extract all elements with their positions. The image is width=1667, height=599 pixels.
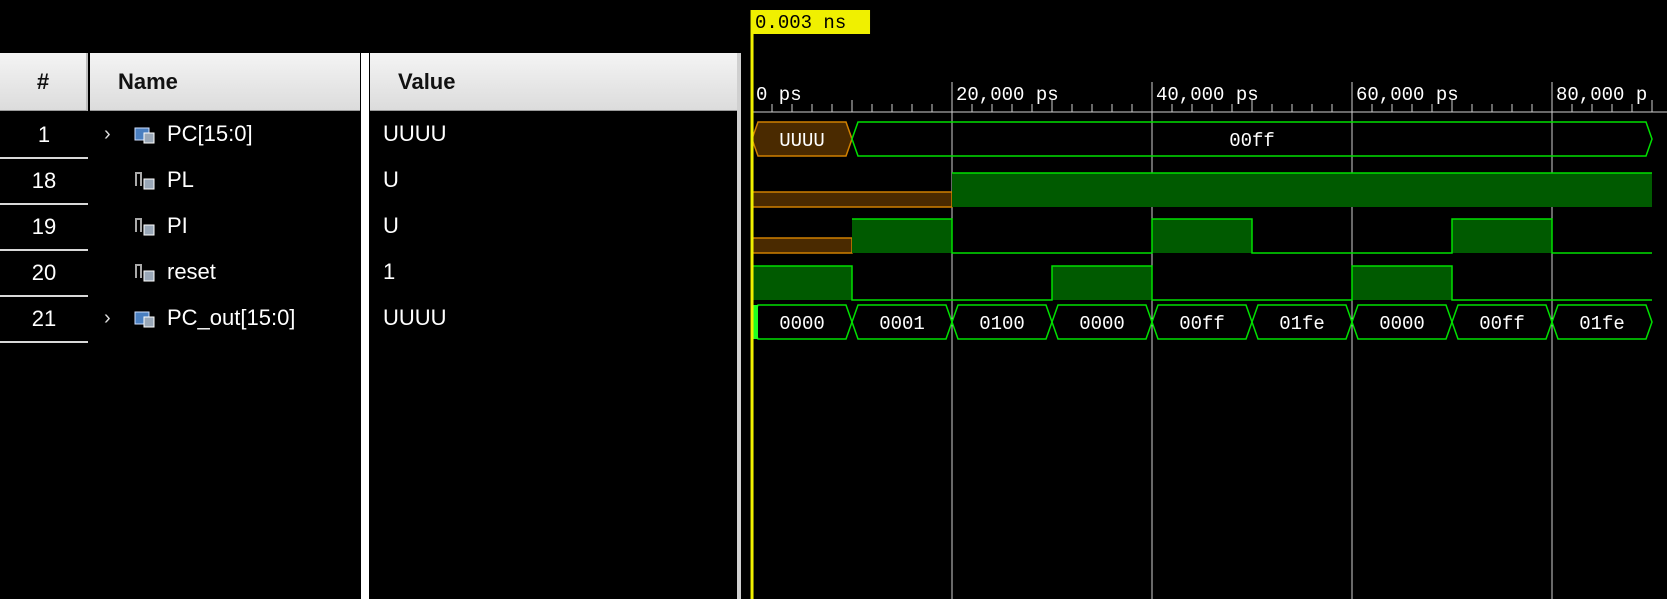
signal-name: PC[15:0] [167, 121, 253, 146]
reset-wave-high-fill [752, 266, 852, 300]
pc-out-wave-value-label: 00ff [1479, 313, 1525, 335]
reset-wave-high-fill [1052, 266, 1152, 300]
signal-name: PC_out[15:0] [167, 305, 296, 330]
bus-icon [134, 311, 155, 328]
column-header-number[interactable]: # [0, 53, 88, 111]
pc-out-wave-value-label: 0000 [1079, 313, 1125, 335]
signal-row-pl[interactable]: 18 PL U [0, 159, 738, 205]
signal-icon [135, 218, 155, 236]
signal-value: UUUU [383, 305, 447, 330]
signal-value: UUUU [383, 121, 447, 146]
signal-name: PL [167, 167, 194, 192]
reset-wave-trace [752, 265, 1652, 301]
signal-number: 18 [0, 159, 88, 205]
timeline-tick-label: 20,000 ps [956, 84, 1059, 106]
expand-chevron-icon[interactable]: › [104, 113, 111, 155]
expand-chevron-icon[interactable]: › [104, 297, 111, 339]
column-header-name[interactable]: Name [90, 53, 360, 111]
signal-row-reset[interactable]: 20 reset 1 [0, 251, 738, 297]
signal-number: 21 [0, 297, 88, 343]
pi-wave-high-fill [1152, 219, 1252, 253]
timeline-tick-label: 80,000 p [1556, 84, 1647, 106]
pc-wave-value-label: UUUU [779, 130, 825, 152]
pl-wave-undefined-fill [751, 191, 953, 208]
pc-out-wave-value-label: 0000 [779, 313, 825, 335]
signal-row-pi[interactable]: 19 PI U [0, 205, 738, 251]
pc-out-wave-value-label: 0001 [879, 313, 925, 335]
column-header-value[interactable]: Value [370, 53, 738, 111]
pi-wave-high-fill [1452, 219, 1552, 253]
pc-out-wave-value-label: 01fe [1579, 313, 1625, 335]
signal-name: PI [167, 213, 188, 238]
pc-out-wave-value-label: 0000 [1379, 313, 1425, 335]
pi-wave-undefined-fill [751, 237, 853, 254]
pc-wave-value-label: 00ff [1229, 130, 1275, 152]
pc-out-wave-value-label: 01fe [1279, 313, 1325, 335]
pi-wave-high-fill [852, 219, 952, 253]
pc-out-wave-value-label: 0100 [979, 313, 1025, 335]
cursor-time-label: 0.003 ns [755, 12, 846, 34]
bus-icon [134, 127, 155, 144]
signal-number: 1 [0, 113, 88, 159]
timeline-tick-label: 40,000 ps [1156, 84, 1259, 106]
signal-name: reset [167, 259, 216, 284]
signal-row-pc[interactable]: 1 › PC[15:0] UUUU [0, 113, 738, 159]
signal-number: 19 [0, 205, 88, 251]
signal-list-panel: # Name Value 1 › PC[15:0] UUUU 18 PL U 1… [0, 0, 741, 599]
timeline-tick-label: 60,000 ps [1356, 84, 1459, 106]
signal-value: U [383, 167, 399, 192]
signal-icon [135, 264, 155, 282]
waveform-canvas[interactable]: 0 ps 20,000 ps 40,000 ps 60,000 ps 80,000 p U… [744, 0, 1667, 599]
pc-out-wave-value-label: 00ff [1179, 313, 1225, 335]
signal-icon [135, 172, 155, 190]
signal-row-pc-out[interactable]: 21 › PC_out[15:0] UUUU [0, 297, 738, 343]
pl-wave-high-fill [952, 173, 1652, 207]
reset-wave-high-fill [1352, 266, 1452, 300]
signal-value: 1 [383, 259, 396, 284]
signal-value: U [383, 213, 399, 238]
timeline-tick-label: 0 ps [756, 84, 802, 106]
signal-number: 20 [0, 251, 88, 297]
